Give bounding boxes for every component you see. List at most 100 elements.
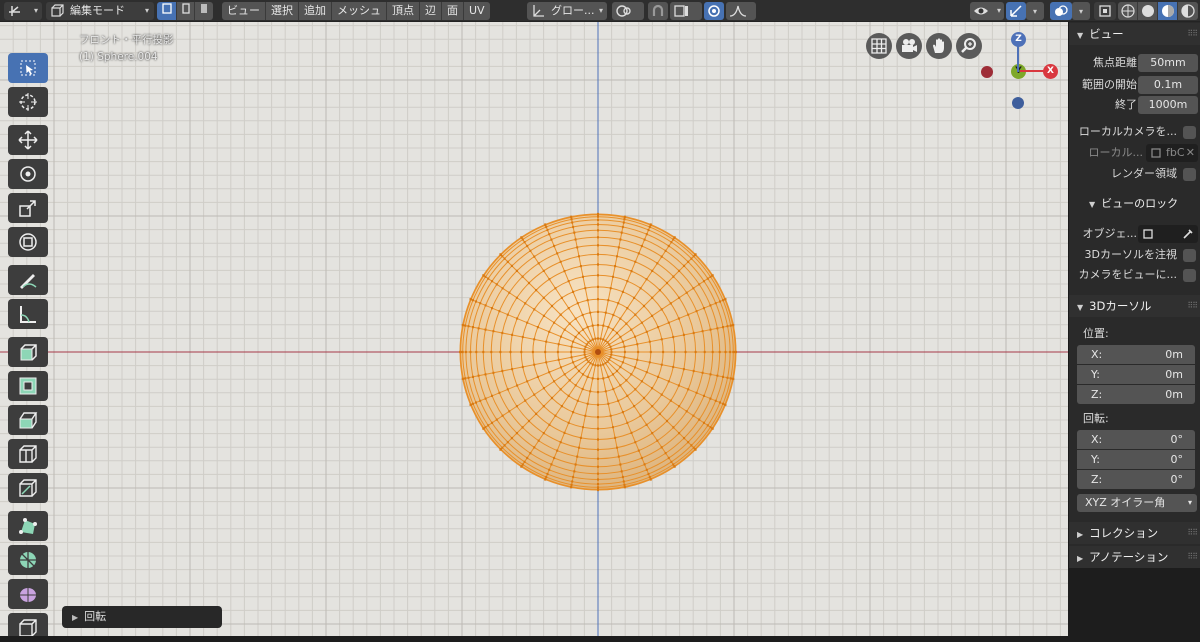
overlay-toggle[interactable] bbox=[1050, 2, 1072, 20]
object-icon bbox=[1143, 229, 1153, 239]
falloff-icon bbox=[729, 5, 747, 17]
focal-length-field[interactable]: 50mm bbox=[1138, 54, 1198, 72]
sidebar-panel: ▼ ビュー ⠿⠿ 焦点距離 50mm 範囲の開始 0.1m 終了 1000m ローカ… bbox=[1068, 22, 1200, 568]
view-lock-header[interactable]: ▼ ビューのロック bbox=[1089, 195, 1178, 213]
tool-smooth[interactable] bbox=[8, 579, 48, 609]
gizmo-toggle[interactable] bbox=[1006, 2, 1026, 20]
cursor-x-value: 0m bbox=[1165, 348, 1183, 361]
vertex-select-button[interactable] bbox=[157, 2, 177, 20]
gizmo-dropdown[interactable]: ▾ bbox=[1026, 2, 1044, 20]
cursor-icon bbox=[19, 93, 37, 111]
rotate-icon bbox=[20, 166, 36, 182]
cursor-z-field[interactable]: Z: 0m bbox=[1077, 385, 1195, 404]
tool-extrude[interactable] bbox=[8, 337, 48, 367]
wireframe-shading-button[interactable] bbox=[1118, 2, 1138, 20]
pivot-point-button[interactable] bbox=[612, 2, 644, 20]
cursor-panel-header[interactable]: ▼ 3Dカーソル ⠿⠿ bbox=[1069, 295, 1200, 317]
tool-annotate[interactable] bbox=[8, 265, 48, 295]
cursor-y-field[interactable]: Y: 0m bbox=[1077, 365, 1195, 384]
camera-to-view-checkbox[interactable] bbox=[1183, 269, 1196, 282]
clip-end-field[interactable]: 1000m bbox=[1138, 96, 1198, 114]
mode-select[interactable]: 編集モード ▾ bbox=[46, 2, 154, 20]
falloff-button[interactable] bbox=[726, 2, 756, 20]
tool-inset[interactable] bbox=[8, 371, 48, 401]
shear-icon bbox=[19, 619, 37, 636]
clear-icon[interactable]: ✕ bbox=[1186, 144, 1195, 162]
annotation-panel-header[interactable]: ▶ アノテーション ⠿⠿ bbox=[1069, 546, 1200, 568]
annotation-panel-title: アノテーション bbox=[1089, 550, 1169, 564]
render-region-checkbox[interactable] bbox=[1183, 168, 1196, 181]
zoom-view-button[interactable] bbox=[956, 33, 982, 59]
gizmo-neg-z-axis[interactable] bbox=[1012, 97, 1024, 109]
edge-select-button[interactable] bbox=[177, 2, 195, 20]
solid-shading-button[interactable] bbox=[1138, 2, 1158, 20]
menu-add[interactable]: 追加 bbox=[299, 2, 332, 20]
tool-select-box[interactable] bbox=[8, 53, 48, 83]
menu-edge[interactable]: 辺 bbox=[420, 2, 442, 20]
cursor-x-field[interactable]: X: 0m bbox=[1077, 345, 1195, 364]
loop-cut-icon bbox=[19, 445, 37, 463]
snap-element-button[interactable] bbox=[670, 2, 702, 20]
cursor-rot-y-field[interactable]: Y: 0° bbox=[1077, 450, 1195, 469]
cursor-rot-y-value: 0° bbox=[1170, 453, 1184, 466]
orientation-label: グロー... bbox=[551, 4, 595, 17]
face-select-button[interactable] bbox=[195, 2, 213, 20]
menu-face[interactable]: 面 bbox=[442, 2, 464, 20]
eyedropper-icon[interactable] bbox=[1182, 228, 1194, 240]
cursor-z-value: 0m bbox=[1165, 388, 1183, 401]
tool-transform[interactable] bbox=[8, 227, 48, 257]
menu-select[interactable]: 選択 bbox=[266, 2, 299, 20]
cursor-rot-x-field[interactable]: X: 0° bbox=[1077, 430, 1195, 449]
camera-view-button[interactable] bbox=[896, 33, 922, 59]
face-icon bbox=[201, 4, 207, 13]
tool-bevel[interactable] bbox=[8, 405, 48, 435]
tool-poly-build[interactable] bbox=[8, 511, 48, 541]
transform-orientation-select[interactable]: グロー... ▾ bbox=[527, 2, 607, 20]
editor-type-button[interactable]: ▾ bbox=[4, 2, 42, 20]
lock-object-field[interactable] bbox=[1138, 225, 1198, 243]
menu-mesh[interactable]: メッシュ bbox=[332, 2, 387, 20]
tool-spin[interactable] bbox=[8, 545, 48, 575]
overlay-dropdown[interactable]: ▾ bbox=[1072, 2, 1090, 20]
rendered-icon bbox=[1181, 4, 1195, 18]
tool-rotate[interactable] bbox=[8, 159, 48, 189]
clip-start-field[interactable]: 0.1m bbox=[1138, 76, 1198, 94]
menu-vertex[interactable]: 頂点 bbox=[387, 2, 420, 20]
menu-uv[interactable]: UV bbox=[464, 2, 490, 20]
cursor-rot-z-field[interactable]: Z: 0° bbox=[1077, 470, 1195, 489]
view-panel-header[interactable]: ▼ ビュー ⠿⠿ bbox=[1069, 23, 1200, 45]
gizmo-lines bbox=[1017, 46, 1045, 72]
lock-cursor-checkbox[interactable] bbox=[1183, 249, 1196, 262]
tool-knife[interactable] bbox=[8, 473, 48, 503]
proportional-edit-toggle[interactable] bbox=[704, 2, 724, 20]
menu-view[interactable]: ビュー bbox=[222, 2, 266, 20]
tool-scale[interactable] bbox=[8, 193, 48, 223]
redo-panel[interactable]: ▶ 回転 bbox=[62, 606, 222, 628]
collection-panel-header[interactable]: ▶ コレクション ⠿⠿ bbox=[1069, 522, 1200, 544]
material-shading-button[interactable] bbox=[1158, 2, 1178, 20]
3d-viewport[interactable]: フロント・平行投影 (1) Sphere.004 Z Y X ▶回転 bbox=[0, 22, 1068, 636]
spin-icon bbox=[20, 552, 36, 568]
xray-toggle[interactable] bbox=[1094, 2, 1116, 20]
shading-group bbox=[1118, 2, 1198, 20]
axes-icon bbox=[9, 6, 20, 16]
tool-move[interactable] bbox=[8, 125, 48, 155]
material-icon bbox=[1162, 5, 1174, 17]
rotation-mode-select[interactable]: XYZ オイラー角 ▾ bbox=[1077, 494, 1197, 512]
overlay-icon bbox=[1055, 5, 1068, 16]
tool-measure[interactable] bbox=[8, 299, 48, 329]
chevron-down-icon: ▾ bbox=[1187, 498, 1192, 507]
rendered-shading-button[interactable] bbox=[1178, 2, 1198, 20]
local-camera-field[interactable]: fbC ✕ bbox=[1146, 144, 1198, 162]
tool-loop-cut[interactable] bbox=[8, 439, 48, 469]
pan-view-button[interactable] bbox=[926, 33, 952, 59]
focal-length-label: 焦点距離 bbox=[1093, 56, 1137, 69]
zoom-icon bbox=[961, 38, 976, 53]
snap-toggle[interactable] bbox=[648, 2, 668, 20]
visibility-button[interactable]: ▾ bbox=[970, 2, 1004, 20]
tool-shear[interactable] bbox=[8, 613, 48, 636]
grid-view-button[interactable] bbox=[866, 33, 892, 59]
local-camera-checkbox[interactable] bbox=[1183, 126, 1196, 139]
annotate-icon bbox=[20, 274, 37, 289]
tool-cursor[interactable] bbox=[8, 87, 48, 117]
